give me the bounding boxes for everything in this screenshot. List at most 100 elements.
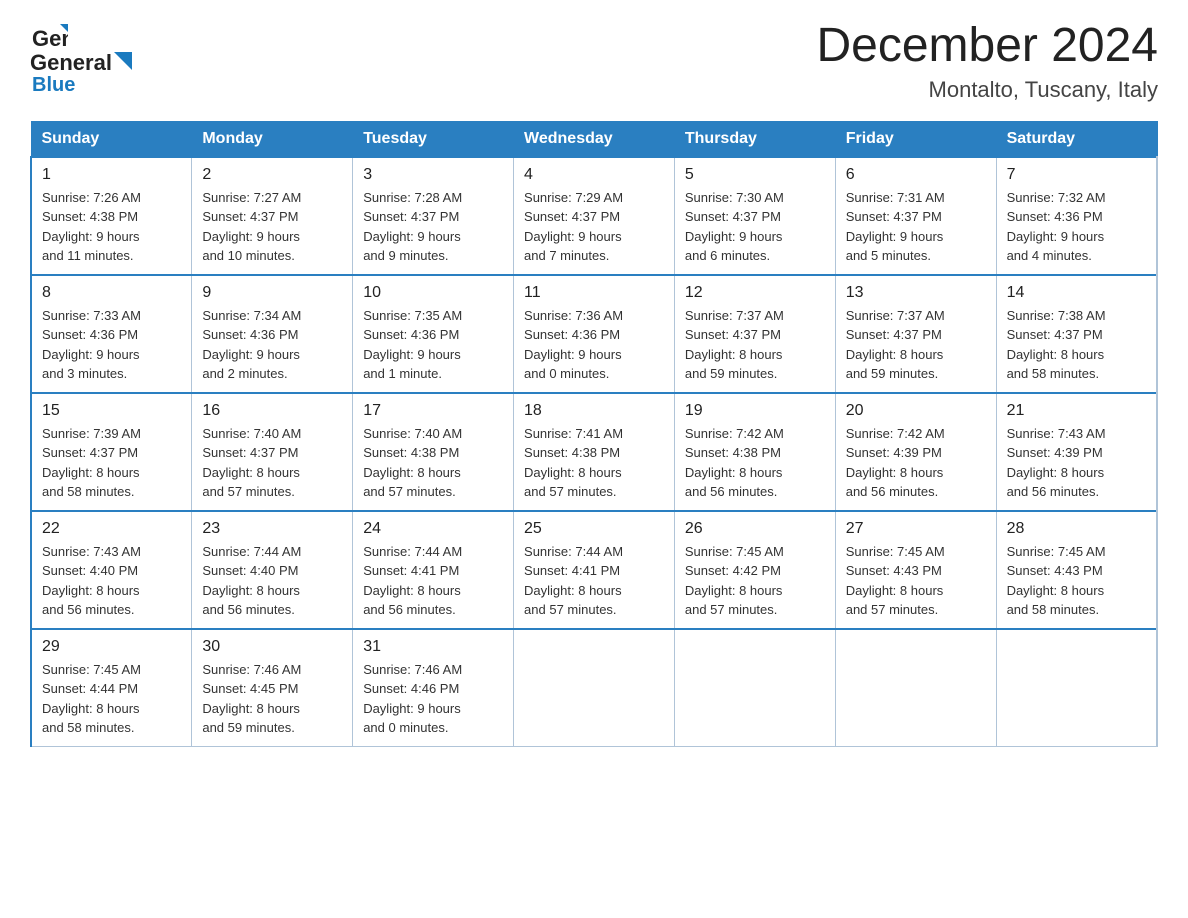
day-info: Sunrise: 7:42 AMSunset: 4:39 PMDaylight:… bbox=[846, 424, 986, 502]
day-info: Sunrise: 7:44 AMSunset: 4:40 PMDaylight:… bbox=[202, 542, 342, 620]
col-saturday: Saturday bbox=[996, 121, 1157, 157]
day-info: Sunrise: 7:46 AMSunset: 4:45 PMDaylight:… bbox=[202, 660, 342, 738]
day-number: 31 bbox=[363, 638, 503, 656]
calendar-header-row: Sunday Monday Tuesday Wednesday Thursday… bbox=[31, 121, 1157, 157]
day-info: Sunrise: 7:40 AMSunset: 4:37 PMDaylight:… bbox=[202, 424, 342, 502]
table-row: 15 Sunrise: 7:39 AMSunset: 4:37 PMDayligh… bbox=[31, 393, 192, 511]
day-info: Sunrise: 7:34 AMSunset: 4:36 PMDaylight:… bbox=[202, 306, 342, 384]
day-number: 2 bbox=[202, 166, 342, 184]
day-info: Sunrise: 7:45 AMSunset: 4:43 PMDaylight:… bbox=[846, 542, 986, 620]
day-number: 28 bbox=[1007, 520, 1146, 538]
day-number: 26 bbox=[685, 520, 825, 538]
day-number: 6 bbox=[846, 166, 986, 184]
day-number: 29 bbox=[42, 638, 181, 656]
table-row bbox=[835, 629, 996, 747]
day-info: Sunrise: 7:45 AMSunset: 4:43 PMDaylight:… bbox=[1007, 542, 1146, 620]
calendar-subtitle: Montalto, Tuscany, Italy bbox=[816, 77, 1158, 103]
day-info: Sunrise: 7:40 AMSunset: 4:38 PMDaylight:… bbox=[363, 424, 503, 502]
day-number: 9 bbox=[202, 284, 342, 302]
day-info: Sunrise: 7:45 AMSunset: 4:42 PMDaylight:… bbox=[685, 542, 825, 620]
day-info: Sunrise: 7:33 AMSunset: 4:36 PMDaylight:… bbox=[42, 306, 181, 384]
day-number: 22 bbox=[42, 520, 181, 538]
day-info: Sunrise: 7:28 AMSunset: 4:37 PMDaylight:… bbox=[363, 188, 503, 266]
day-number: 17 bbox=[363, 402, 503, 420]
day-info: Sunrise: 7:43 AMSunset: 4:40 PMDaylight:… bbox=[42, 542, 181, 620]
table-row: 24 Sunrise: 7:44 AMSunset: 4:41 PMDayligh… bbox=[353, 511, 514, 629]
table-row: 22 Sunrise: 7:43 AMSunset: 4:40 PMDayligh… bbox=[31, 511, 192, 629]
table-row: 17 Sunrise: 7:40 AMSunset: 4:38 PMDayligh… bbox=[353, 393, 514, 511]
table-row: 11Sunrise: 7:36 AMSunset: 4:36 PMDayligh… bbox=[514, 275, 675, 393]
table-row: 4Sunrise: 7:29 AMSunset: 4:37 PMDaylight… bbox=[514, 157, 675, 275]
day-number: 21 bbox=[1007, 402, 1146, 420]
day-number: 3 bbox=[363, 166, 503, 184]
calendar-week-row: 1 Sunrise: 7:26 AMSunset: 4:38 PMDaylight… bbox=[31, 157, 1157, 275]
table-row: 3 Sunrise: 7:28 AMSunset: 4:37 PMDaylight… bbox=[353, 157, 514, 275]
day-info: Sunrise: 7:27 AMSunset: 4:37 PMDaylight:… bbox=[202, 188, 342, 266]
calendar-week-row: 15 Sunrise: 7:39 AMSunset: 4:37 PMDayligh… bbox=[31, 393, 1157, 511]
day-info: Sunrise: 7:46 AMSunset: 4:46 PMDaylight:… bbox=[363, 660, 503, 738]
day-info: Sunrise: 7:35 AMSunset: 4:36 PMDaylight:… bbox=[363, 306, 503, 384]
day-info: Sunrise: 7:44 AMSunset: 4:41 PMDaylight:… bbox=[363, 542, 503, 620]
col-monday: Monday bbox=[192, 121, 353, 157]
table-row: 27 Sunrise: 7:45 AMSunset: 4:43 PMDayligh… bbox=[835, 511, 996, 629]
table-row: 20 Sunrise: 7:42 AMSunset: 4:39 PMDayligh… bbox=[835, 393, 996, 511]
day-number: 23 bbox=[202, 520, 342, 538]
table-row: 12Sunrise: 7:37 AMSunset: 4:37 PMDayligh… bbox=[674, 275, 835, 393]
day-number: 5 bbox=[685, 166, 825, 184]
table-row bbox=[674, 629, 835, 747]
day-number: 20 bbox=[846, 402, 986, 420]
logo-area: General General Blue bbox=[30, 20, 132, 97]
logo-blue-text: Blue bbox=[32, 74, 75, 96]
day-number: 16 bbox=[202, 402, 342, 420]
table-row: 21Sunrise: 7:43 AMSunset: 4:39 PMDayligh… bbox=[996, 393, 1157, 511]
day-number: 1 bbox=[42, 166, 181, 184]
table-row: 19Sunrise: 7:42 AMSunset: 4:38 PMDayligh… bbox=[674, 393, 835, 511]
day-number: 10 bbox=[363, 284, 503, 302]
day-info: Sunrise: 7:41 AMSunset: 4:38 PMDaylight:… bbox=[524, 424, 664, 502]
table-row: 13 Sunrise: 7:37 AMSunset: 4:37 PMDayligh… bbox=[835, 275, 996, 393]
day-number: 13 bbox=[846, 284, 986, 302]
day-info: Sunrise: 7:37 AMSunset: 4:37 PMDaylight:… bbox=[685, 306, 825, 384]
table-row: 18 Sunrise: 7:41 AMSunset: 4:38 PMDayligh… bbox=[514, 393, 675, 511]
day-number: 14 bbox=[1007, 284, 1146, 302]
col-friday: Friday bbox=[835, 121, 996, 157]
table-row bbox=[514, 629, 675, 747]
calendar-title: December 2024 bbox=[816, 20, 1158, 73]
day-info: Sunrise: 7:30 AMSunset: 4:37 PMDaylight:… bbox=[685, 188, 825, 266]
table-row: 2 Sunrise: 7:27 AMSunset: 4:37 PMDaylight… bbox=[192, 157, 353, 275]
day-number: 27 bbox=[846, 520, 986, 538]
table-row: 30 Sunrise: 7:46 AMSunset: 4:45 PMDayligh… bbox=[192, 629, 353, 747]
col-wednesday: Wednesday bbox=[514, 121, 675, 157]
day-number: 18 bbox=[524, 402, 664, 420]
day-number: 15 bbox=[42, 402, 181, 420]
col-thursday: Thursday bbox=[674, 121, 835, 157]
table-row: 10 Sunrise: 7:35 AMSunset: 4:36 PMDayligh… bbox=[353, 275, 514, 393]
table-row: 9 Sunrise: 7:34 AMSunset: 4:36 PMDaylight… bbox=[192, 275, 353, 393]
table-row: 31 Sunrise: 7:46 AMSunset: 4:46 PMDayligh… bbox=[353, 629, 514, 747]
day-number: 11 bbox=[524, 284, 664, 302]
logo-general-text: General bbox=[30, 50, 112, 76]
day-info: Sunrise: 7:26 AMSunset: 4:38 PMDaylight:… bbox=[42, 188, 181, 266]
table-row: 28 Sunrise: 7:45 AMSunset: 4:43 PMDayligh… bbox=[996, 511, 1157, 629]
day-number: 24 bbox=[363, 520, 503, 538]
day-info: Sunrise: 7:39 AMSunset: 4:37 PMDaylight:… bbox=[42, 424, 181, 502]
table-row: 29 Sunrise: 7:45 AMSunset: 4:44 PMDayligh… bbox=[31, 629, 192, 747]
table-row: 25 Sunrise: 7:44 AMSunset: 4:41 PMDayligh… bbox=[514, 511, 675, 629]
day-info: Sunrise: 7:29 AMSunset: 4:37 PMDaylight:… bbox=[524, 188, 664, 266]
day-info: Sunrise: 7:32 AMSunset: 4:36 PMDaylight:… bbox=[1007, 188, 1146, 266]
table-row: 6 Sunrise: 7:31 AMSunset: 4:37 PMDaylight… bbox=[835, 157, 996, 275]
day-info: Sunrise: 7:45 AMSunset: 4:44 PMDaylight:… bbox=[42, 660, 181, 738]
logo-triangle-icon bbox=[114, 52, 132, 75]
table-row: 5 Sunrise: 7:30 AMSunset: 4:37 PMDaylight… bbox=[674, 157, 835, 275]
day-info: Sunrise: 7:37 AMSunset: 4:37 PMDaylight:… bbox=[846, 306, 986, 384]
day-number: 30 bbox=[202, 638, 342, 656]
day-info: Sunrise: 7:31 AMSunset: 4:37 PMDaylight:… bbox=[846, 188, 986, 266]
day-info: Sunrise: 7:42 AMSunset: 4:38 PMDaylight:… bbox=[685, 424, 825, 502]
day-number: 8 bbox=[42, 284, 181, 302]
day-number: 25 bbox=[524, 520, 664, 538]
calendar-week-row: 29 Sunrise: 7:45 AMSunset: 4:44 PMDayligh… bbox=[31, 629, 1157, 747]
col-sunday: Sunday bbox=[31, 121, 192, 157]
table-row: 1 Sunrise: 7:26 AMSunset: 4:38 PMDaylight… bbox=[31, 157, 192, 275]
day-info: Sunrise: 7:44 AMSunset: 4:41 PMDaylight:… bbox=[524, 542, 664, 620]
table-row: 14Sunrise: 7:38 AMSunset: 4:37 PMDayligh… bbox=[996, 275, 1157, 393]
